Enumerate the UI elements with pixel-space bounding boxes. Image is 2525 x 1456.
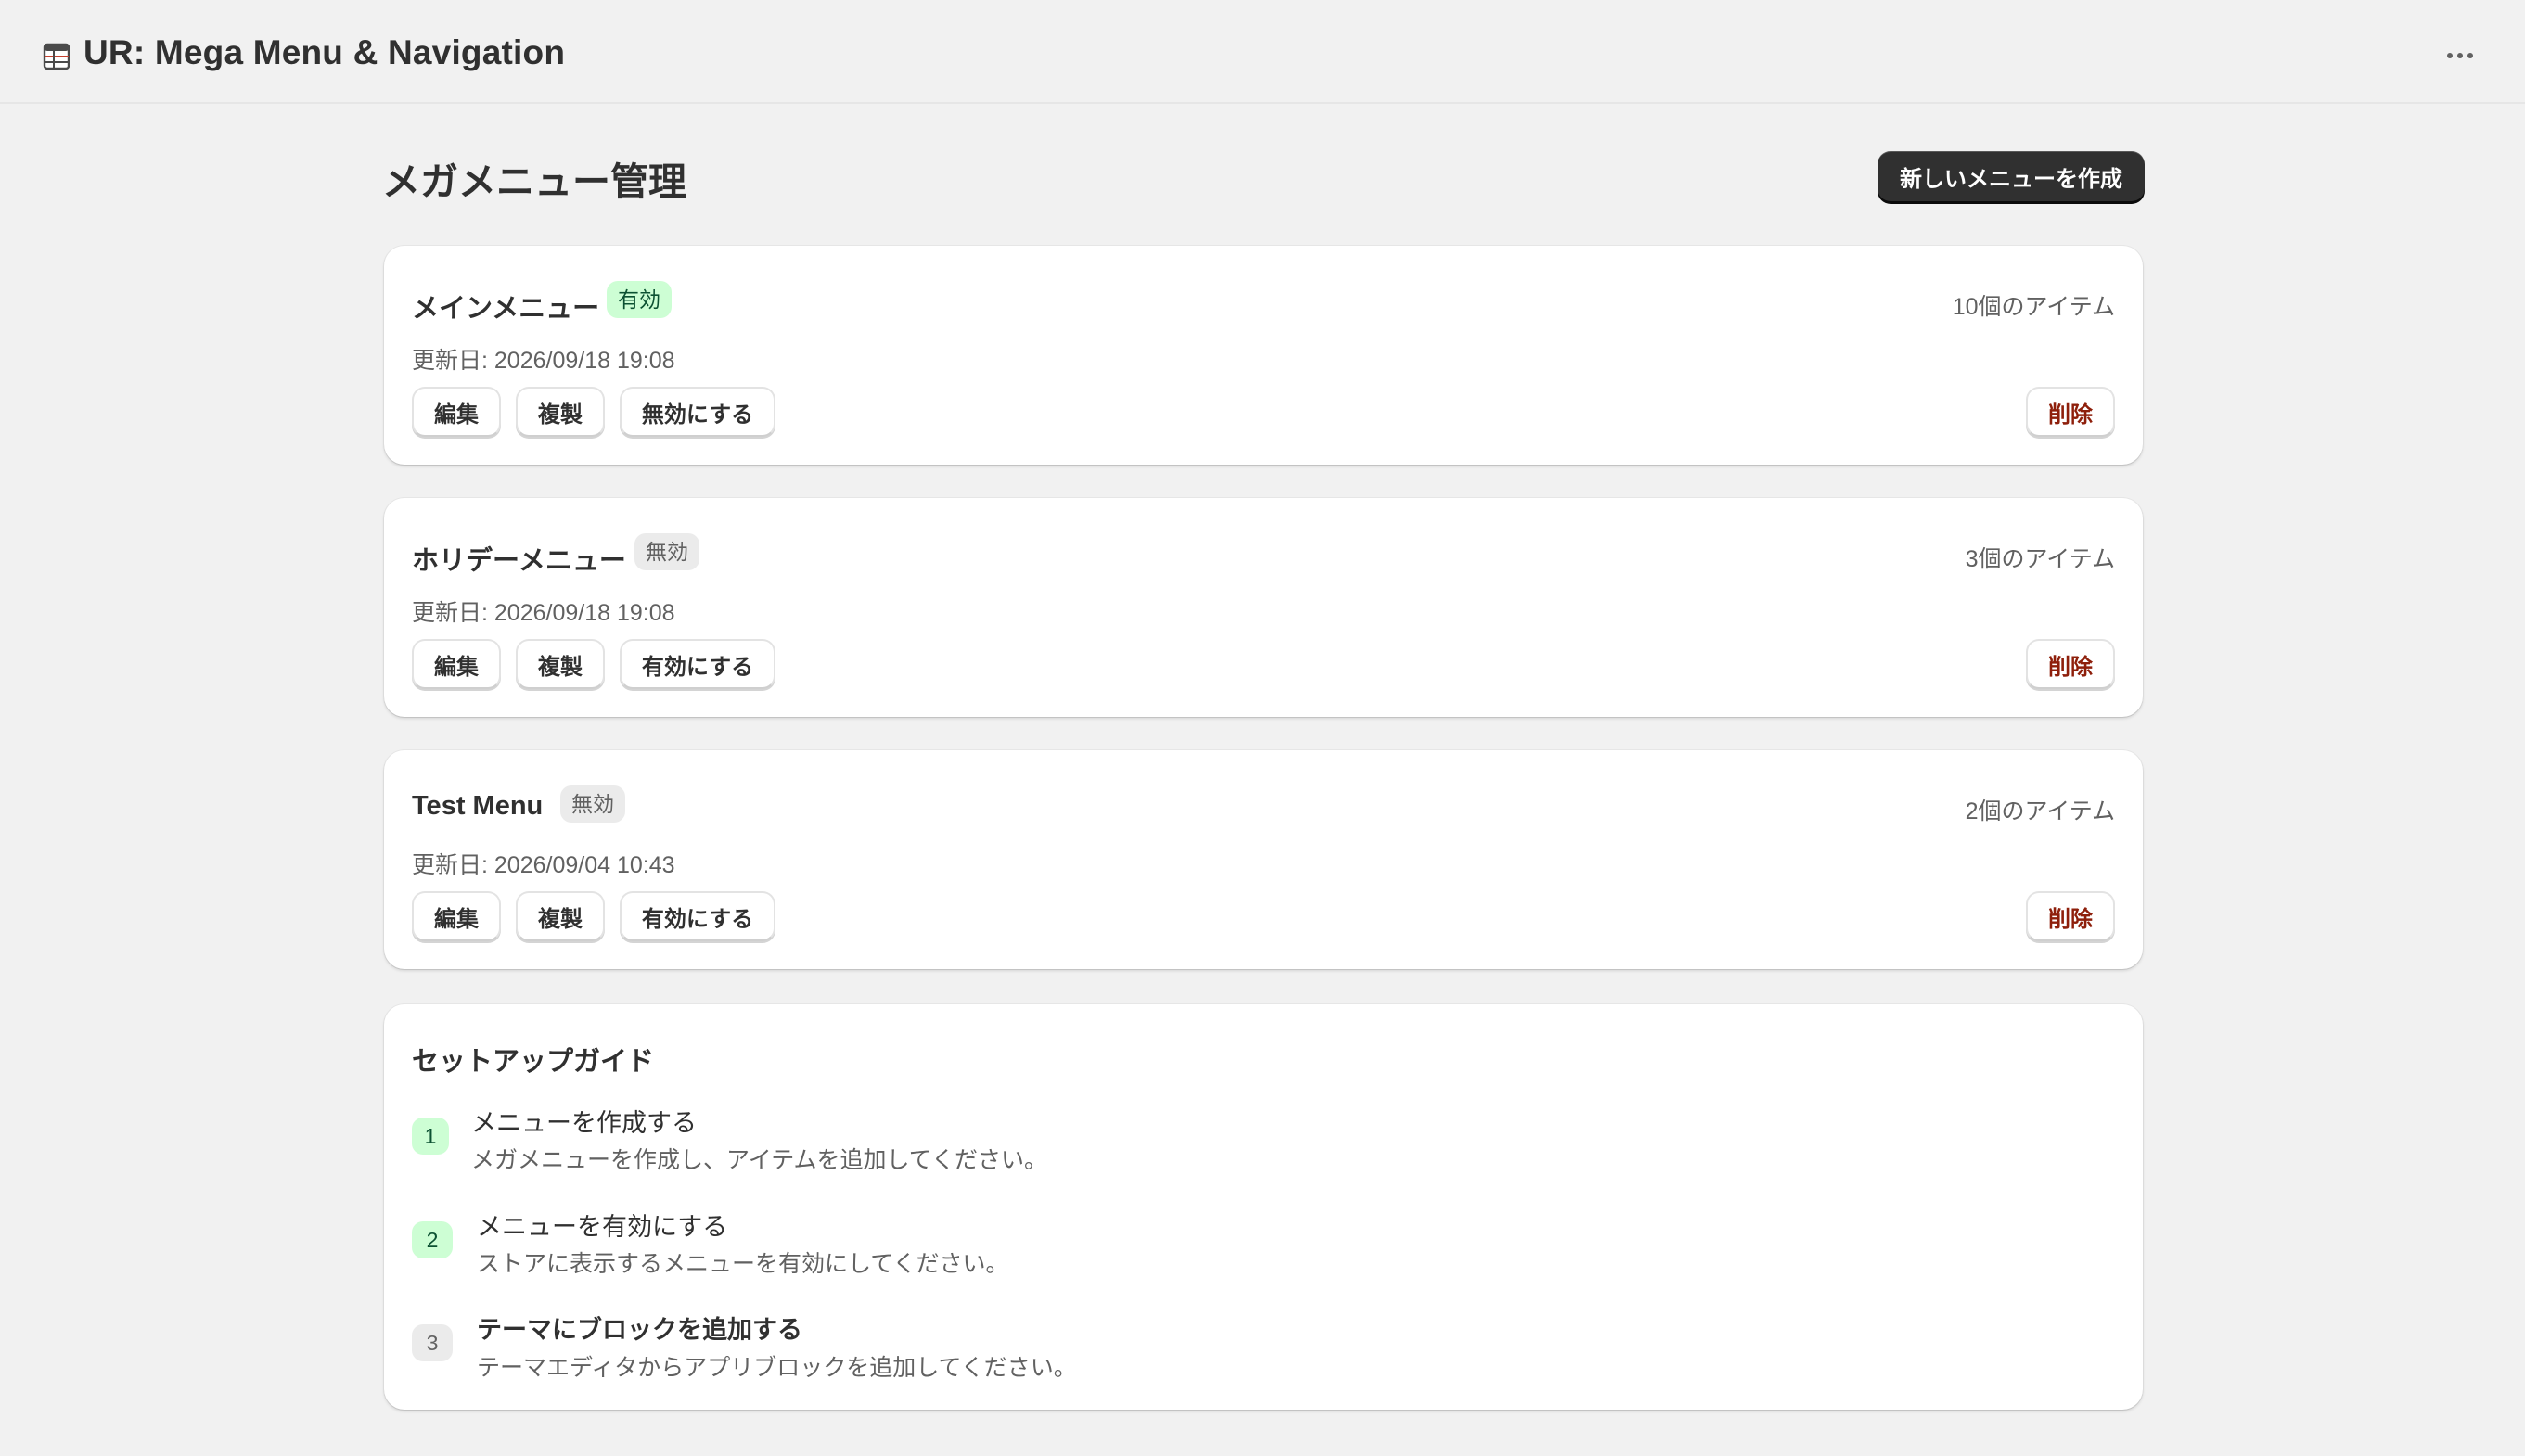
more-dots-icon <box>2447 53 2453 58</box>
menu-name: メインメニュー <box>412 294 600 324</box>
step-number-badge: 1 <box>412 1118 449 1155</box>
edit-button[interactable]: 編集 <box>412 639 501 689</box>
item-count: 2個のアイテム <box>1965 798 2115 824</box>
app-title-bar: UR: Mega Menu & Navigation <box>0 0 2525 104</box>
step-description: ストアに表示するメニューを有効にしてください。 <box>477 1251 1009 1277</box>
step-description: メガメニューを作成し、アイテムを追加してください。 <box>471 1147 1048 1173</box>
status-badge-active: 有効 <box>607 281 672 318</box>
delete-button[interactable]: 削除 <box>2026 387 2115 437</box>
status-badge-inactive: 無効 <box>634 533 699 570</box>
setup-guide-card: セットアップガイド 1 メニューを作成する メガメニューを作成し、アイテムを追加… <box>384 1004 2143 1410</box>
edit-button[interactable]: 編集 <box>412 891 501 941</box>
more-dots-icon-dot-3 <box>2467 53 2473 58</box>
updated-date: 更新日: 2026/09/04 10:43 <box>412 852 675 878</box>
page-title: メガメニュー管理 <box>382 160 686 203</box>
step-description: テーマエディタからアプリブロックを追加してください。 <box>477 1355 1077 1381</box>
activate-button[interactable]: 有効にする <box>620 891 775 941</box>
delete-button[interactable]: 削除 <box>2026 891 2115 941</box>
item-count: 3個のアイテム <box>1965 546 2115 572</box>
step-title: メニューを有効にする <box>477 1213 728 1241</box>
menu-card-holiday: ホリデーメニュー 無効 3個のアイテム 更新日: 2026/09/18 19:0… <box>384 498 2143 717</box>
step-number-badge: 2 <box>412 1221 453 1258</box>
duplicate-button[interactable]: 複製 <box>516 387 605 437</box>
menu-name: Test Menu <box>412 791 544 821</box>
updated-date: 更新日: 2026/09/18 19:08 <box>412 600 675 626</box>
delete-button[interactable]: 削除 <box>2026 639 2115 689</box>
deactivate-button[interactable]: 無効にする <box>620 387 775 437</box>
item-count: 10個のアイテム <box>1952 294 2115 320</box>
more-dots-icon-dot-2 <box>2457 53 2463 58</box>
app-table-icon <box>43 43 70 70</box>
app-title: UR: Mega Menu & Navigation <box>83 33 566 71</box>
step-title: テーマにブロックを追加する <box>477 1316 802 1344</box>
menu-card-test: Test Menu 無効 2個のアイテム 更新日: 2026/09/04 10:… <box>384 750 2143 969</box>
duplicate-button[interactable]: 複製 <box>516 891 605 941</box>
setup-guide-title: セットアップガイド <box>412 1047 655 1077</box>
step-title: メニューを作成する <box>471 1109 697 1137</box>
status-badge-inactive: 無効 <box>560 785 625 823</box>
duplicate-button[interactable]: 複製 <box>516 639 605 689</box>
menu-name: ホリデーメニュー <box>412 546 626 576</box>
menu-card-main: メインメニュー 有効 10個のアイテム 更新日: 2026/09/18 19:0… <box>384 246 2143 465</box>
edit-button[interactable]: 編集 <box>412 387 501 437</box>
activate-button[interactable]: 有効にする <box>620 639 775 689</box>
app-window: UR: Mega Menu & Navigation メガメニュー管理 新しいメ… <box>0 0 2525 1456</box>
create-menu-button[interactable]: 新しいメニューを作成 <box>1878 151 2145 201</box>
step-number-badge: 3 <box>412 1324 453 1361</box>
updated-date: 更新日: 2026/09/18 19:08 <box>412 348 675 374</box>
more-actions-button[interactable] <box>2440 35 2480 76</box>
